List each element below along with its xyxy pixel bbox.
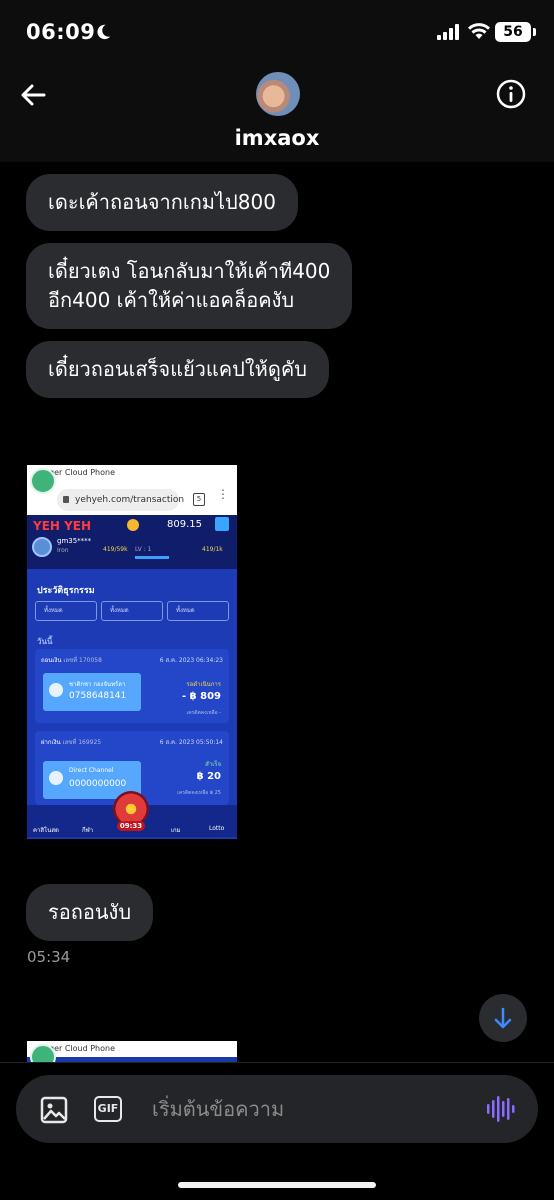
lock-icon <box>63 496 69 503</box>
ss-amount: - ฿ 809 <box>182 691 221 702</box>
ss-status: รอดำเนินการ <box>186 681 221 688</box>
ss-account: 0000000000 <box>69 779 127 789</box>
ss-user-tier: Iron <box>57 547 69 554</box>
ss-url-text: yehyeh.com/transaction <box>57 489 184 511</box>
message-bubble[interactable]: เดี๋ยวถอนเสร็จแย้วแคปให้ดูคับ <box>26 341 329 398</box>
info-icon[interactable] <box>495 78 527 110</box>
chat-header: imxaox <box>0 62 554 162</box>
message-composer: GIF <box>16 1075 538 1143</box>
ss-account: 0758648141 <box>69 691 127 701</box>
coin-icon <box>127 519 139 531</box>
ss-timer: 09:33 <box>117 821 145 831</box>
ss-level: LV : 1 <box>135 546 152 553</box>
voice-message-icon[interactable] <box>486 1095 516 1123</box>
battery-nub <box>533 28 536 36</box>
ss-app-bar: ger Cloud Phone <box>27 465 237 481</box>
moon-icon <box>97 24 111 40</box>
ss-bank-name: ชาติกชา กองจันทร์ลา <box>69 681 126 688</box>
ss-nav-item: เกม <box>171 827 181 834</box>
ss-bank-name: Direct Channel <box>69 767 114 774</box>
ss-xp-right: 419/1k <box>202 546 223 553</box>
ss-amount: ฿ 20 <box>196 771 221 782</box>
wifi-badge-icon <box>30 468 56 494</box>
avatar[interactable] <box>256 72 300 116</box>
ss-filter: ทั้งหมด <box>101 601 163 621</box>
ss-logo: YEH YEH <box>33 519 92 533</box>
ss-balance: 809.15 <box>167 519 202 530</box>
composer-divider <box>0 1062 554 1063</box>
ss-filter: ทั้งหมด <box>35 601 97 621</box>
more-menu-icon: ⋮ <box>217 487 229 501</box>
chat-username[interactable]: imxaox <box>0 126 554 150</box>
message-input[interactable] <box>152 1089 472 1129</box>
ss-bottom-nav: คาสิโนสด กีฬา 09:33 เกม Lotto <box>27 791 237 837</box>
ss-today: วันนี้ <box>37 637 53 646</box>
ss-app-bar: ger Cloud Phone <box>27 1041 237 1057</box>
shared-image[interactable]: ger Cloud Phone yehyeh.com/transaction 5… <box>27 465 237 839</box>
ss-xp-left: 419/59k <box>103 546 128 553</box>
message-bubble[interactable]: เดะเค้าถอนจากเกมไป800 <box>26 174 298 231</box>
ss-tab-count: 5 <box>193 493 205 506</box>
ss-heading: ประวัติธุรกรรม <box>37 586 95 596</box>
ss-balance-note: เครดิตคงเหลือ - <box>186 710 222 716</box>
ss-card-title: ถอนเงิน เลขที่ 170058 <box>41 657 102 664</box>
message-bubble[interactable]: รอถอนงับ <box>26 884 154 941</box>
gif-button[interactable]: GIF <box>94 1096 122 1122</box>
image-icon[interactable] <box>40 1096 68 1124</box>
home-indicator <box>178 1182 376 1188</box>
ss-nav-item: คาสิโนสด <box>33 827 59 834</box>
bank-logo-icon <box>49 683 63 697</box>
message-timestamp: 05:34 <box>27 948 71 966</box>
battery-indicator: 56 <box>495 22 531 42</box>
ss-nav-item: กีฬา <box>82 827 94 834</box>
arrow-down-icon <box>494 1007 512 1029</box>
ss-level-progress <box>135 556 169 559</box>
ss-transaction-panel: ประวัติธุรกรรม ทั้งหมด ทั้งหมด ทั้งหมด ว… <box>27 569 237 805</box>
ss-user: gm35**** <box>57 537 92 545</box>
ss-status: สำเร็จ <box>205 761 221 768</box>
status-bar: 06:09 56 <box>0 0 554 62</box>
ss-card-title: ฝากเงิน เลขที่ 169925 <box>41 739 102 746</box>
download-icon <box>49 771 63 785</box>
scroll-down-button[interactable] <box>479 994 527 1042</box>
shared-image[interactable]: ger Cloud Phone <box>27 1041 237 1062</box>
cellular-signal-icon <box>437 24 459 40</box>
message-bubble[interactable]: เดี๋ยวเตง โอนกลับมาให้เค้าที400 อีก400 เ… <box>26 243 353 329</box>
ss-balance-note: เครดิตคงเหลือ ฿ 25 <box>177 790 221 796</box>
grid-icon <box>215 517 229 531</box>
ss-card-date: 6 ส.ค. 2023 06:34:23 <box>159 657 223 664</box>
back-arrow-icon[interactable] <box>16 78 50 112</box>
wifi-icon <box>468 23 490 39</box>
ss-card-date: 6 ส.ค. 2023 05:50:14 <box>159 739 223 746</box>
ss-bank-box: ชาติกชา กองจันทร์ลา 0758648141 <box>43 673 141 711</box>
ss-avatar <box>32 537 52 557</box>
ss-filter: ทั้งหมด <box>167 601 229 621</box>
ss-transaction-card: ถอนเงิน เลขที่ 170058 6 ส.ค. 2023 06:34:… <box>35 649 229 723</box>
ss-game-header: YEH YEH 809.15 gm35**** Iron 419/59k LV … <box>27 515 237 569</box>
ss-nav-item: Lotto <box>209 825 225 832</box>
status-time: 06:09 <box>26 20 96 44</box>
